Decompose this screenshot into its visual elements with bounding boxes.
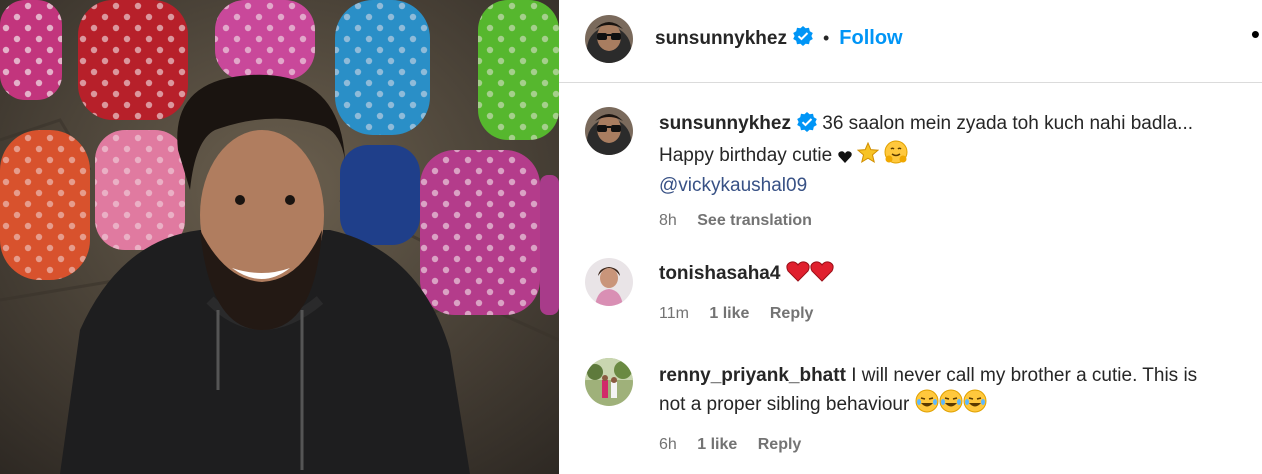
- comments-panel: sunsunnykhez • Follow • sunsunnykhez 36 …: [559, 0, 1262, 474]
- red-heart-icon: [810, 260, 834, 290]
- hugging-face-emoji-icon: [884, 140, 908, 172]
- comment-text-line1: I will never call my brother a cutie. Th…: [851, 365, 1198, 386]
- post-header: sunsunnykhez • Follow •: [559, 0, 1262, 83]
- author-avatar[interactable]: [585, 15, 633, 63]
- comment-username[interactable]: sunsunnykhez: [659, 113, 791, 134]
- see-translation-button[interactable]: See translation: [697, 212, 812, 229]
- comment-item: tonishasaha4 11m 1 like Reply: [659, 260, 1246, 327]
- caption-comment: sunsunnykhez 36 saalon mein zyada toh ku…: [659, 110, 1246, 234]
- comment-text-line2: not a proper sibling behaviour: [659, 394, 910, 415]
- black-heart-icon: [837, 145, 852, 172]
- comment-text-line1: 36 saalon mein zyada toh kuch nahi badla…: [822, 113, 1194, 134]
- tears-of-joy-emoji-icon: [939, 389, 963, 421]
- verified-badge-icon: [793, 26, 813, 51]
- comment-avatar[interactable]: [585, 258, 633, 306]
- likes-count[interactable]: 1 like: [697, 436, 737, 453]
- more-options-icon[interactable]: •: [1251, 21, 1260, 47]
- comment-username[interactable]: renny_priyank_bhatt: [659, 365, 846, 386]
- red-heart-icon: [786, 260, 810, 290]
- tears-of-joy-emoji-icon: [963, 389, 987, 421]
- star-emoji-icon: [856, 141, 880, 172]
- mention-link[interactable]: @vickykaushal09: [659, 175, 807, 196]
- follow-button[interactable]: Follow: [839, 27, 902, 50]
- reply-button[interactable]: Reply: [758, 436, 802, 453]
- separator-dot: •: [822, 28, 830, 48]
- comment-avatar[interactable]: [585, 358, 633, 406]
- tears-of-joy-emoji-icon: [915, 389, 939, 421]
- comment-timestamp[interactable]: 8h: [659, 212, 677, 229]
- comment-timestamp[interactable]: 11m: [659, 305, 689, 322]
- author-username[interactable]: sunsunnykhez: [655, 28, 787, 50]
- verified-badge-icon: [797, 112, 817, 140]
- comment-avatar[interactable]: [585, 107, 633, 155]
- reply-button[interactable]: Reply: [770, 305, 814, 322]
- comment-text-line2: Happy birthday cutie: [659, 145, 833, 166]
- likes-count[interactable]: 1 like: [709, 305, 749, 322]
- post-photo[interactable]: [0, 0, 559, 474]
- comment-username[interactable]: tonishasaha4: [659, 263, 780, 284]
- post-image: [0, 0, 559, 474]
- comment-timestamp[interactable]: 6h: [659, 436, 677, 453]
- comment-item: renny_priyank_bhatt I will never call my…: [659, 362, 1246, 458]
